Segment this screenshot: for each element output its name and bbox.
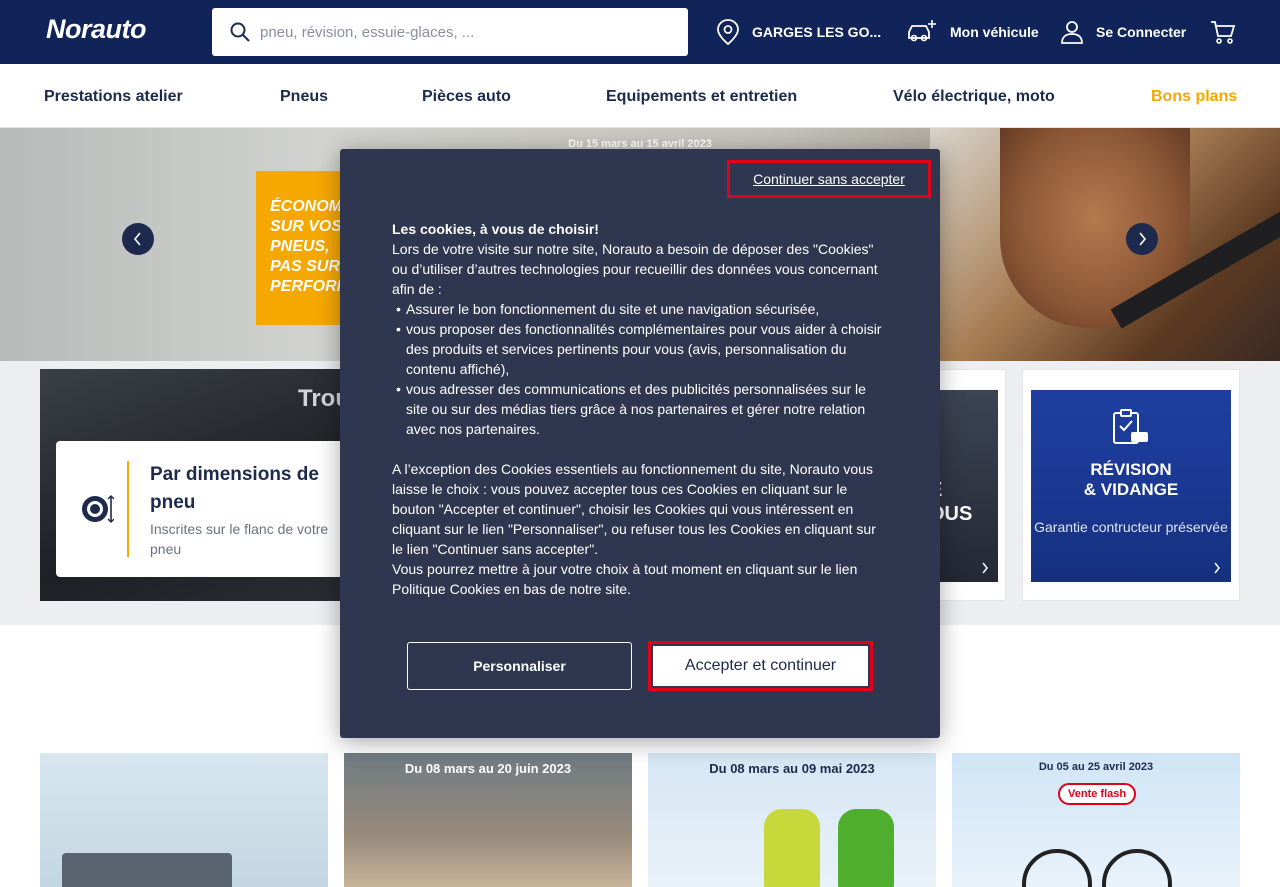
customize-button[interactable]: Personnaliser [407,642,632,690]
cookie-choice-text: A l’exception des Cookies essentiels au … [392,461,876,557]
cookie-modal-body: Les cookies, à vous de choisir! Lors de … [392,219,882,599]
skip-highlight: Continuer sans accepter [727,160,931,198]
list-item: vous adresser des communications et des … [392,379,882,439]
cookie-heading: Les cookies, à vous de choisir! [392,221,599,237]
continue-without-accepting-link[interactable]: Continuer sans accepter [753,171,905,187]
cookie-update-text: Vous pourrez mettre à jour votre choix à… [392,561,858,597]
accept-highlight: Accepter et continuer [648,641,873,691]
cookie-overlay: Continuer sans accepter Les cookies, à v… [0,0,1280,887]
cookie-purposes-list: Assurer le bon fonctionnement du site et… [392,299,882,439]
list-item: vous proposer des fonctionnalités complé… [392,319,882,379]
accept-and-continue-button[interactable]: Accepter et continuer [653,646,868,686]
cookie-consent-modal: Continuer sans accepter Les cookies, à v… [340,149,940,738]
list-item: Assurer le bon fonctionnement du site et… [392,299,882,319]
cookie-intro: Lors de votre visite sur notre site, Nor… [392,241,878,297]
